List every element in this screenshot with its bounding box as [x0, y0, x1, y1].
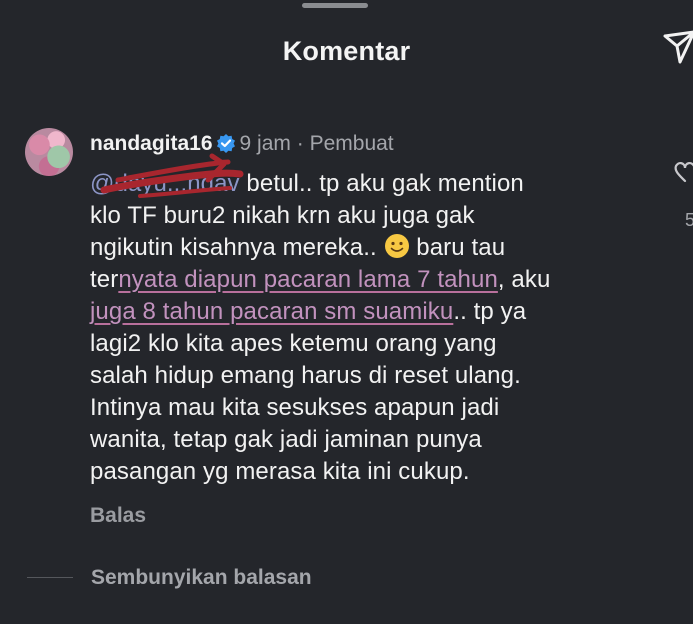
line-text: wanita, tetap gak jadi jaminan punya: [90, 426, 482, 453]
comment-line: ngikutin kisahnya mereka.. baru tau: [90, 232, 650, 264]
line-text: salah hidup emang harus di reset ulang.: [90, 362, 521, 389]
comment-line: @dayu...ndav betul.. tp aku gak mention: [90, 168, 650, 200]
comment-line: Intinya mau kita sesukses apapun jadi: [90, 392, 650, 424]
comment-line: pasangan yg merasa kita ini cukup.: [90, 456, 650, 488]
line-text: pasangan yg merasa kita ini cukup.: [90, 458, 470, 485]
comment-line: ternyata diapun pacaran lama 7 tahun, ak…: [90, 264, 650, 296]
line-text: .. tp ya: [453, 298, 527, 325]
comment-line: wanita, tetap gak jadi jaminan punya: [90, 424, 650, 456]
page-title: Komentar: [282, 36, 411, 66]
comment-line: salah hidup emang harus di reset ulang.: [90, 360, 650, 392]
comment-line: lagi2 klo kita apes ketemu orang yang: [90, 328, 650, 360]
slightly-smiling-face-icon: [384, 234, 409, 258]
comment-line: klo TF buru2 nikah krn aku juga gak: [90, 200, 650, 232]
line-text: klo TF buru2 nikah krn aku juga gak: [90, 202, 475, 229]
mention-link[interactable]: @dayu...ndav: [90, 170, 240, 197]
replies-divider: [27, 577, 73, 578]
verified-badge-icon: [216, 134, 235, 153]
comment-line: juga 8 tahun pacaran sm suamiku.. tp ya: [90, 296, 650, 328]
drag-handle[interactable]: [302, 3, 368, 8]
username[interactable]: nandagita16: [90, 132, 213, 155]
reply-button[interactable]: Balas: [90, 504, 146, 528]
highlighted-text: juga 8 tahun pacaran sm suamiku: [90, 298, 454, 325]
heart-icon[interactable]: [674, 160, 693, 184]
hide-replies-button[interactable]: Sembunyikan balasan: [91, 566, 312, 590]
comment-text: @dayu...ndav betul.. tp aku gak mention …: [90, 168, 650, 488]
line-text: baru tau: [409, 234, 506, 261]
send-icon[interactable]: [660, 26, 693, 66]
avatar[interactable]: [25, 128, 73, 176]
line-text: lagi2 klo kita apes ketemu orang yang: [90, 330, 497, 357]
creator-label: Pembuat: [309, 132, 394, 155]
like-count: 5: [685, 210, 693, 230]
highlighted-text: nyata diapun pacaran lama 7 tahun: [118, 266, 498, 293]
line-text: Intinya mau kita sesukses apapun jadi: [90, 394, 500, 421]
meta-separator: ·: [296, 132, 304, 155]
line-text: , aku: [497, 266, 551, 293]
comment-time: 9 jam: [239, 132, 291, 155]
line-text: betul.. tp aku gak mention: [239, 170, 524, 197]
line-text: ngikutin kisahnya mereka..: [90, 234, 384, 261]
comment-meta: nandagita16 9 jam · Pembuat: [90, 131, 394, 157]
line-text: ter: [90, 266, 119, 293]
